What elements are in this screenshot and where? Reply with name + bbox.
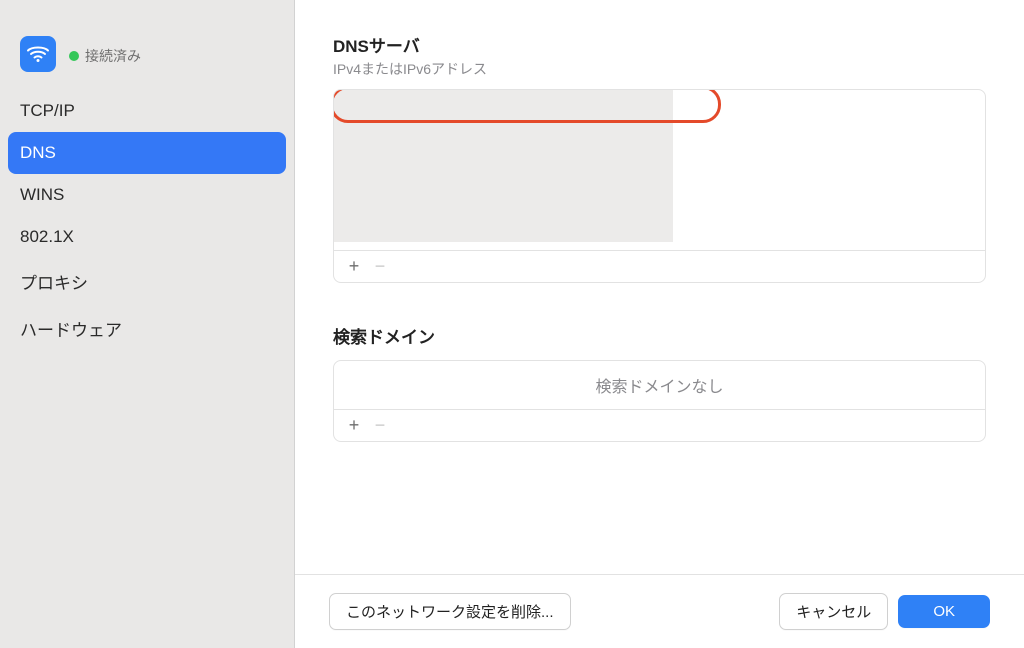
sidebar-item-label: WINS <box>20 185 64 204</box>
search-domain-section: 検索ドメイン 検索ドメインなし + − <box>333 323 986 442</box>
sidebar-item-label: DNS <box>20 143 56 162</box>
remove-dns-button[interactable]: − <box>368 255 392 279</box>
sidebar-item-dns[interactable]: DNS <box>8 132 286 174</box>
dns-list-footer: + − <box>334 250 985 282</box>
sidebar-item-hardware[interactable]: ハードウェア <box>0 305 294 352</box>
sidebar-item-wins[interactable]: WINS <box>0 174 294 216</box>
cancel-button[interactable]: キャンセル <box>779 593 888 630</box>
ok-button[interactable]: OK <box>898 595 990 628</box>
search-empty-text[interactable]: 検索ドメインなし <box>334 361 985 409</box>
sidebar-header: 接続済み <box>0 30 294 82</box>
add-search-domain-button[interactable]: + <box>342 414 366 438</box>
connection-status: 接続済み <box>85 46 141 66</box>
search-domain-list: 検索ドメインなし + − <box>333 360 986 442</box>
sidebar-nav: TCP/IP DNS WINS 802.1X プロキシ ハードウェア <box>0 90 294 352</box>
dns-row[interactable] <box>334 90 673 122</box>
plus-icon: + <box>349 256 360 277</box>
sidebar-item-label: TCP/IP <box>20 101 75 120</box>
sidebar-item-8021x[interactable]: 802.1X <box>0 216 294 258</box>
dns-server-rows[interactable] <box>334 90 985 250</box>
bottom-bar: このネットワーク設定を削除... キャンセル OK <box>295 574 1024 648</box>
sidebar-item-proxy[interactable]: プロキシ <box>0 258 294 305</box>
main-panel: DNSサーバ IPv4またはIPv6アドレス + − 検索ドメイン 検索ドメイン… <box>295 0 1024 648</box>
sidebar: 接続済み TCP/IP DNS WINS 802.1X プロキシ ハードウェア <box>0 0 295 648</box>
status-dot-icon <box>69 51 79 61</box>
main-content: DNSサーバ IPv4またはIPv6アドレス + − 検索ドメイン 検索ドメイン… <box>295 0 1024 574</box>
minus-icon: − <box>375 256 386 277</box>
sidebar-item-label: 802.1X <box>20 227 74 246</box>
sidebar-item-label: ハードウェア <box>20 321 122 340</box>
add-dns-button[interactable]: + <box>342 255 366 279</box>
dns-row-filler <box>334 154 673 242</box>
plus-icon: + <box>349 415 360 436</box>
dns-server-list: + − <box>333 89 986 283</box>
search-list-footer: + − <box>334 409 985 441</box>
delete-network-button[interactable]: このネットワーク設定を削除... <box>329 593 571 630</box>
search-section-title: 検索ドメイン <box>333 323 986 348</box>
dns-section-title: DNSサーバ <box>333 32 986 57</box>
dns-section-subtitle: IPv4またはIPv6アドレス <box>333 59 986 79</box>
dns-row[interactable] <box>334 122 673 154</box>
wifi-icon <box>20 36 56 72</box>
remove-search-domain-button[interactable]: − <box>368 414 392 438</box>
sidebar-item-tcpip[interactable]: TCP/IP <box>0 90 294 132</box>
sidebar-item-label: プロキシ <box>20 274 88 293</box>
connection-info: 接続済み <box>69 42 141 66</box>
minus-icon: − <box>375 415 386 436</box>
